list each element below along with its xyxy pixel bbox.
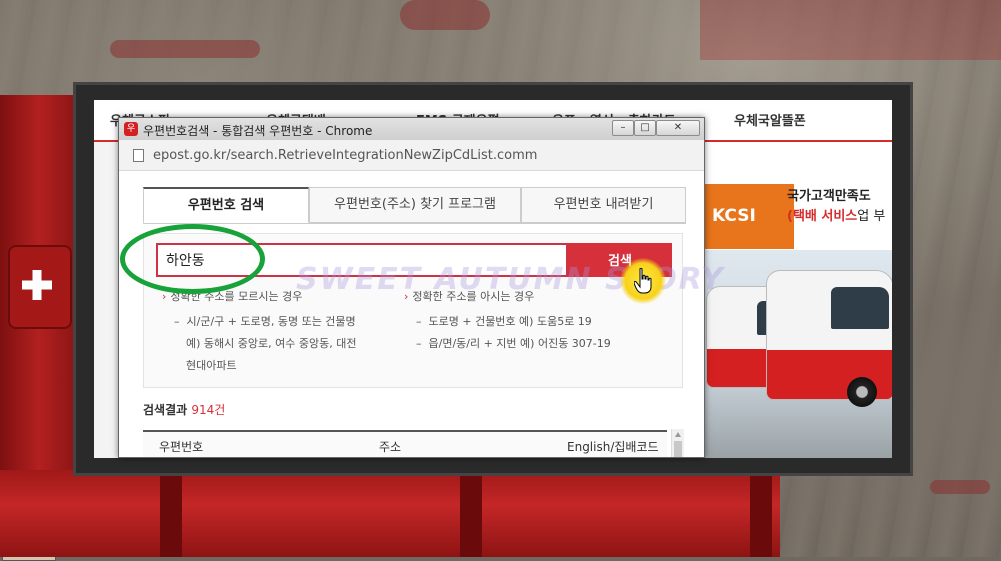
- hint-unknown-item: 예) 동해시 중앙로, 여수 중앙동, 대전: [186, 337, 357, 350]
- tab-zipcode-search[interactable]: 우편번호 검색: [143, 187, 309, 223]
- dash-bullet: –: [174, 315, 187, 328]
- hint-known-item: – 읍/면/동/리 + 지번 예) 어진동 307-19: [416, 333, 611, 354]
- result-count-number: 914: [191, 403, 215, 417]
- chevron-right-icon: ›: [162, 290, 167, 303]
- van-front: [766, 270, 892, 407]
- close-button[interactable]: ✕: [656, 120, 700, 136]
- background-paint-streak: [930, 480, 990, 494]
- hand-cursor-icon: [634, 268, 652, 294]
- kcsi-logo-text: KCSI: [712, 206, 756, 226]
- hint-unknown-item-text: 시/군/구 + 도로명, 동명 또는 건물명: [186, 315, 356, 328]
- url-text[interactable]: epost.go.kr/search.RetrieveIntegrationNe…: [153, 148, 537, 163]
- delivery-van-image: [704, 250, 892, 458]
- column-header-english: English/집배코드: [567, 440, 659, 454]
- maximize-button[interactable]: □: [634, 120, 656, 136]
- hint-unknown-item: – 시/군/구 + 도로명, 동명 또는 건물명: [174, 311, 356, 332]
- ad-subtitle-highlight: (택배 서비스: [787, 209, 858, 224]
- ad-subtitle: (택배 서비스업 부: [787, 205, 885, 224]
- background-paint-streak: [400, 0, 490, 30]
- ad-title: 국가고객만족도: [787, 189, 871, 204]
- result-scrollbar[interactable]: [671, 429, 684, 457]
- result-count: 검색결과 914건: [143, 401, 225, 418]
- tab-find-program[interactable]: 우편번호(주소) 찾기 프로그램: [309, 187, 521, 223]
- hint-known-item: – 도로명 + 건물번호 예) 도움5로 19: [416, 311, 592, 332]
- dash-bullet: –: [416, 337, 429, 350]
- page-icon: [133, 149, 144, 162]
- hint-known-item-text: 도로명 + 건물번호 예) 도움5로 19: [428, 315, 592, 328]
- scroll-up-icon[interactable]: [675, 432, 681, 437]
- door-post: [750, 470, 772, 557]
- dash-bullet: –: [416, 315, 429, 328]
- column-header-address: 주소: [379, 440, 402, 454]
- result-table-header: 우편번호 주소 English/집배코드: [143, 430, 667, 457]
- van-wheel: [847, 377, 877, 407]
- address-bar[interactable]: epost.go.kr/search.RetrieveIntegrationNe…: [119, 140, 704, 171]
- result-count-label: 검색결과: [143, 403, 188, 417]
- background-paint-streak: [110, 40, 260, 58]
- tab-bar: 우편번호 검색 우편번호(주소) 찾기 프로그램 우편번호 내려받기: [143, 187, 686, 224]
- door-post: [160, 470, 182, 557]
- epost-app-icon: 우: [124, 122, 138, 136]
- van-window: [831, 287, 889, 329]
- kcsi-logo: KCSI: [704, 184, 794, 249]
- highlight-ellipse: [120, 224, 265, 294]
- nav-item-mobile[interactable]: 우체국알뜰폰: [734, 110, 806, 129]
- popup-content: 우편번호 검색 우편번호(주소) 찾기 프로그램 우편번호 내려받기 검색 ›정…: [119, 171, 704, 457]
- minimize-button[interactable]: –: [612, 120, 634, 136]
- ad-subtitle-rest: 업 부: [857, 209, 886, 224]
- scroll-thumb[interactable]: [674, 441, 682, 457]
- tab-download[interactable]: 우편번호 내려받기: [521, 187, 686, 223]
- hint-known-item-text: 읍/면/동/리 + 지번 예) 어진동 307-19: [428, 337, 611, 350]
- window-title: 우편번호검색 - 통합검색 우편번호 - Chrome: [143, 124, 373, 138]
- result-count-unit: 건: [214, 403, 226, 417]
- background-red-wall: [700, 0, 1001, 60]
- window-titlebar[interactable]: 우 우편번호검색 - 통합검색 우편번호 - Chrome – □ ✕: [119, 118, 704, 141]
- column-header-zipcode: 우편번호: [159, 440, 204, 454]
- door-post: [460, 470, 482, 557]
- background-red-door: [0, 470, 780, 557]
- hint-unknown-item: 현대아파트: [186, 359, 237, 372]
